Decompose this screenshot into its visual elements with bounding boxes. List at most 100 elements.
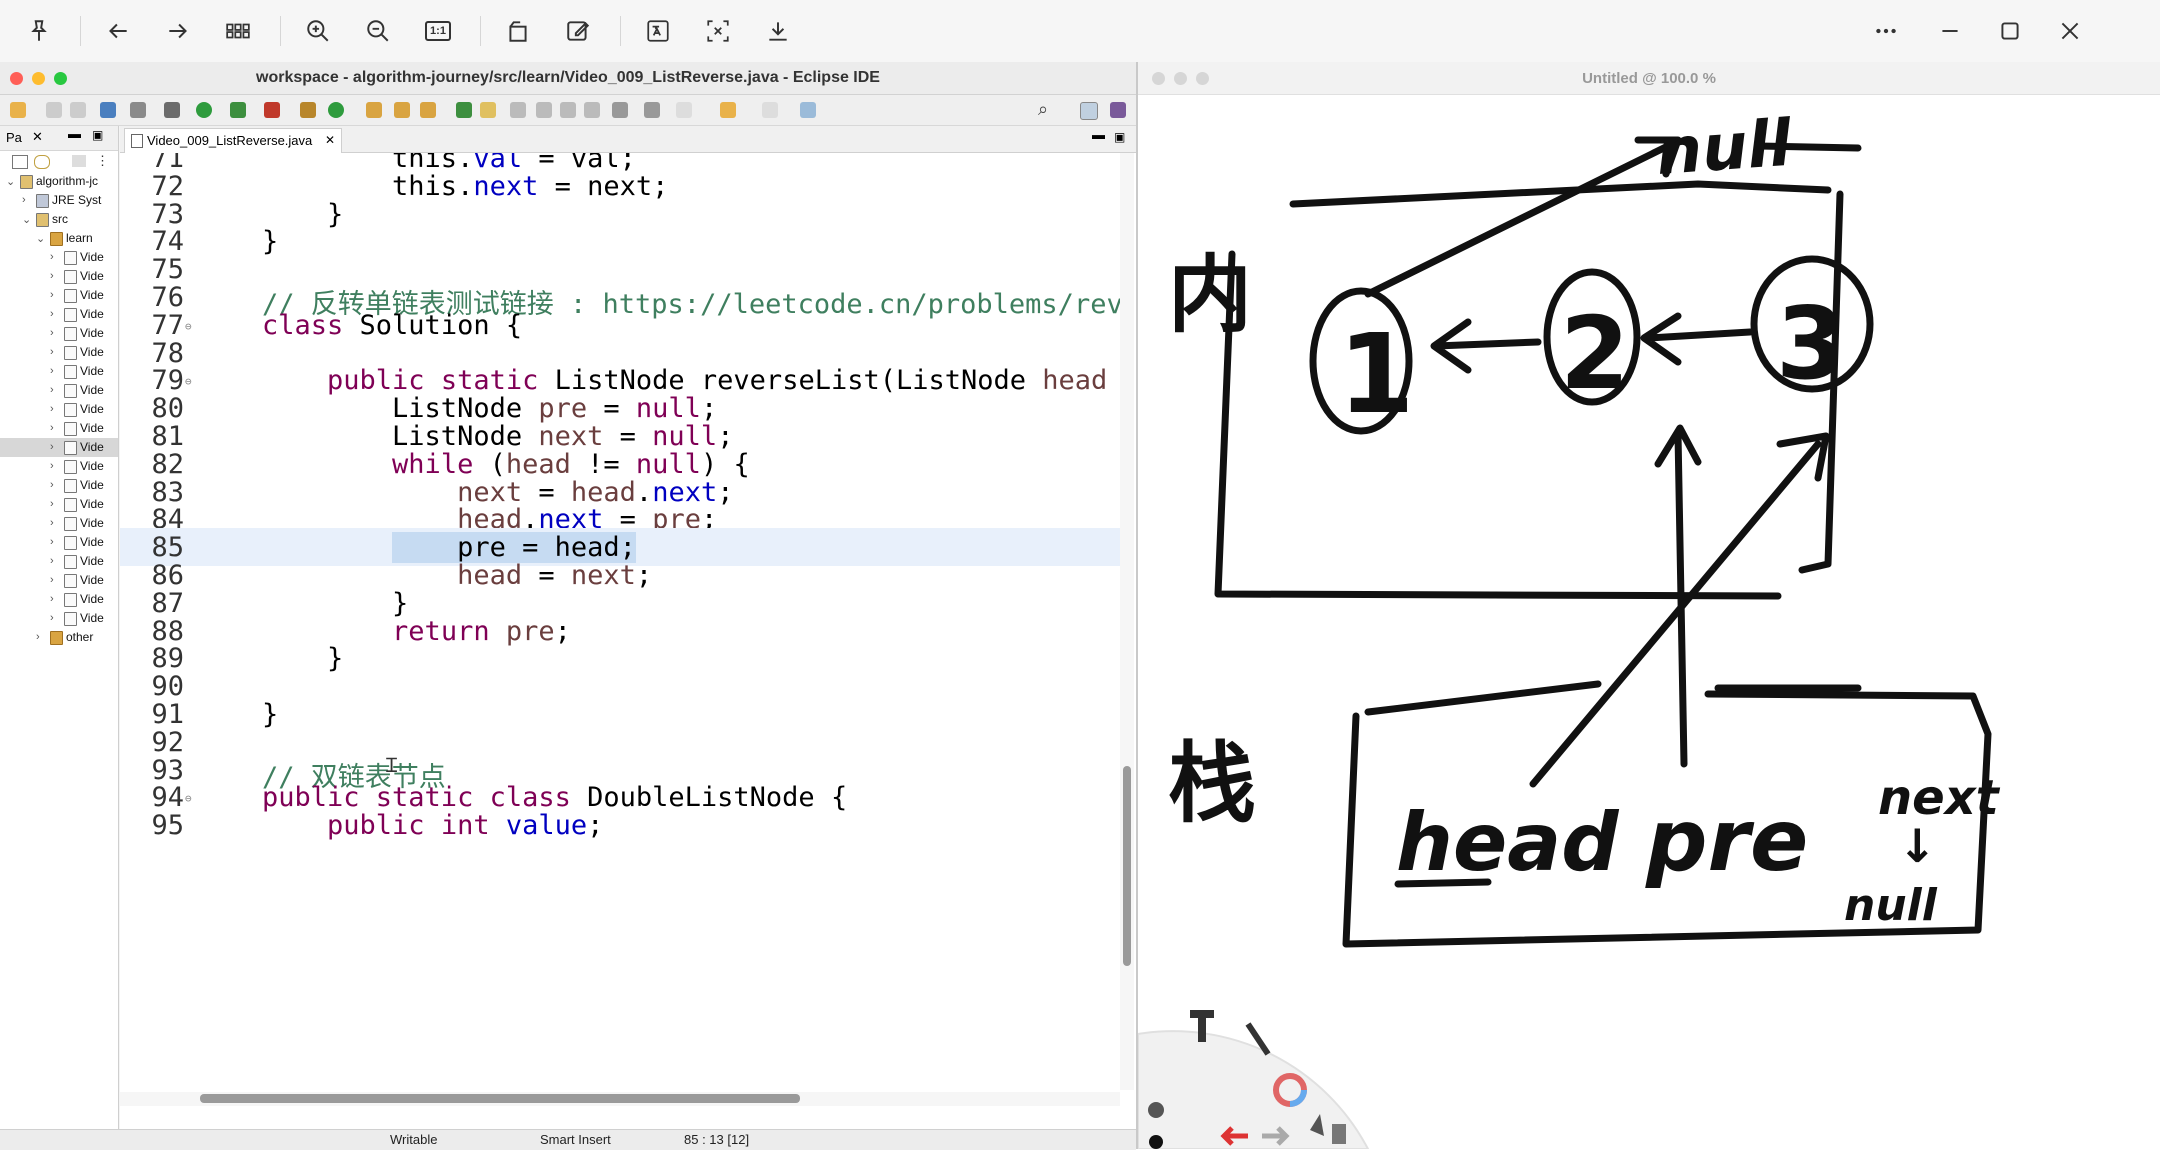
tree-item[interactable]: › Vide bbox=[0, 381, 118, 400]
rotate-icon[interactable] bbox=[498, 11, 538, 51]
tree-item[interactable]: ⌄ src bbox=[0, 210, 118, 229]
search-tool-icon[interactable] bbox=[420, 102, 436, 118]
maximize-editor-icon[interactable]: ▣ bbox=[1114, 130, 1125, 144]
forward-arrow-icon[interactable] bbox=[158, 11, 198, 51]
chevron-right-icon[interactable]: › bbox=[50, 498, 54, 510]
tree-item[interactable]: › Vide bbox=[0, 438, 118, 457]
tree-item[interactable]: › Vide bbox=[0, 514, 118, 533]
tree-item[interactable]: › Vide bbox=[0, 286, 118, 305]
chevron-right-icon[interactable]: › bbox=[50, 251, 54, 263]
edit-icon[interactable] bbox=[558, 11, 598, 51]
chevron-right-icon[interactable]: › bbox=[50, 403, 54, 415]
fold-toggle-icon[interactable]: ⊖ bbox=[185, 320, 192, 333]
code-line[interactable]: 95 public int value; bbox=[120, 806, 1120, 844]
back-nav-icon[interactable] bbox=[676, 102, 692, 118]
chevron-right-icon[interactable]: › bbox=[50, 441, 54, 453]
code-area[interactable]: 71 this.val = val; 72 this.next = next; 73… bbox=[120, 153, 1120, 1090]
tree-item[interactable]: › JRE Syst bbox=[0, 191, 118, 210]
chevron-right-icon[interactable]: › bbox=[50, 536, 54, 548]
collapse-all-icon[interactable] bbox=[12, 155, 28, 169]
highlight-icon[interactable] bbox=[480, 102, 496, 118]
chevron-down-icon[interactable]: ⌄ bbox=[22, 213, 31, 226]
minimize-editor-icon[interactable]: ▬ bbox=[1092, 127, 1105, 142]
close-tab-icon[interactable]: ✕ bbox=[325, 133, 335, 147]
open-perspective-icon[interactable] bbox=[1080, 102, 1098, 120]
tree-item[interactable]: › Vide bbox=[0, 571, 118, 590]
fold-toggle-icon[interactable]: ⊖ bbox=[185, 792, 192, 805]
new-file-icon[interactable] bbox=[10, 102, 26, 118]
chevron-down-icon[interactable]: ⌄ bbox=[36, 232, 45, 245]
translate-icon[interactable] bbox=[638, 11, 678, 51]
minimize-icon[interactable] bbox=[1930, 11, 1970, 51]
tree-item[interactable]: › Vide bbox=[0, 305, 118, 324]
tree-item[interactable]: › Vide bbox=[0, 343, 118, 362]
save-icon[interactable] bbox=[46, 102, 62, 118]
more-icon[interactable] bbox=[1866, 11, 1906, 51]
toggle-mark-occurrences-icon[interactable] bbox=[456, 102, 472, 118]
tree-item[interactable]: › other bbox=[0, 628, 118, 647]
more-options-icon[interactable]: ⋮ bbox=[96, 153, 109, 169]
chevron-right-icon[interactable]: › bbox=[50, 612, 54, 624]
actual-size-icon[interactable]: 1:1 bbox=[418, 11, 458, 51]
show-whitespace-icon[interactable] bbox=[536, 102, 552, 118]
tree-item[interactable]: › Vide bbox=[0, 590, 118, 609]
block-selection-icon[interactable] bbox=[510, 102, 526, 118]
zoom-out-icon[interactable] bbox=[358, 11, 398, 51]
chevron-right-icon[interactable]: › bbox=[50, 517, 54, 529]
close-icon[interactable] bbox=[2050, 11, 2090, 51]
chevron-right-icon[interactable]: › bbox=[50, 593, 54, 605]
tree-item[interactable]: › Vide bbox=[0, 324, 118, 343]
view-menu-icon[interactable] bbox=[72, 155, 86, 167]
paragraph-icon[interactable] bbox=[584, 102, 600, 118]
crop-icon[interactable] bbox=[698, 11, 738, 51]
tree-item[interactable]: › Vide bbox=[0, 552, 118, 571]
tree-item[interactable]: › Vide bbox=[0, 362, 118, 381]
maximize-icon[interactable] bbox=[1990, 11, 2030, 51]
whiteboard-canvas[interactable]: null 内 1 2 3 栈 head pre next ↓ null bbox=[1138, 94, 2160, 1149]
vertical-scrollbar-thumb[interactable] bbox=[1123, 766, 1131, 966]
next-annotation-icon[interactable] bbox=[560, 102, 576, 118]
chevron-right-icon[interactable]: › bbox=[50, 384, 54, 396]
zoom-in-icon[interactable] bbox=[298, 11, 338, 51]
chevron-right-icon[interactable]: › bbox=[22, 194, 26, 206]
new-package-icon[interactable] bbox=[300, 102, 316, 118]
skip-breakpoints-icon[interactable] bbox=[130, 102, 146, 118]
coverage-icon[interactable] bbox=[230, 102, 246, 118]
chevron-right-icon[interactable]: › bbox=[50, 460, 54, 472]
tree-item[interactable]: ⌄ algorithm-jc bbox=[0, 172, 118, 191]
back-arrow-icon[interactable] bbox=[98, 11, 138, 51]
next-edit-icon[interactable] bbox=[612, 102, 628, 118]
editor-tab-active[interactable]: Video_009_ListReverse.java ✕ bbox=[124, 128, 342, 153]
new-class-icon[interactable] bbox=[328, 102, 344, 118]
chevron-right-icon[interactable]: › bbox=[50, 574, 54, 586]
tree-item[interactable]: › Vide bbox=[0, 400, 118, 419]
tree-item[interactable]: › Vide bbox=[0, 248, 118, 267]
package-explorer-tab[interactable]: Pa ✕ ▬ ▣ bbox=[0, 126, 118, 151]
horizontal-scrollbar-thumb[interactable] bbox=[200, 1094, 800, 1103]
tree-item[interactable]: › Vide bbox=[0, 609, 118, 628]
chevron-right-icon[interactable]: › bbox=[50, 289, 54, 301]
link-with-editor-icon[interactable] bbox=[34, 155, 50, 169]
open-task-icon[interactable] bbox=[394, 102, 410, 118]
search-icon[interactable]: ⌕ bbox=[1038, 99, 1048, 120]
tree-item[interactable]: › Vide bbox=[0, 457, 118, 476]
chevron-right-icon[interactable]: › bbox=[50, 308, 54, 320]
grid-view-icon[interactable] bbox=[218, 11, 258, 51]
tree-item[interactable]: › Vide bbox=[0, 267, 118, 286]
chevron-right-icon[interactable]: › bbox=[50, 422, 54, 434]
minimize-view-icon[interactable]: ▬ bbox=[68, 126, 81, 141]
pin-editor-icon[interactable] bbox=[800, 102, 816, 118]
tree-item[interactable]: › Vide bbox=[0, 419, 118, 438]
chevron-down-icon[interactable]: ⌄ bbox=[6, 175, 15, 188]
color-dot-icon[interactable] bbox=[1149, 1135, 1163, 1149]
external-tools-icon[interactable] bbox=[264, 102, 280, 118]
run-icon[interactable] bbox=[196, 102, 212, 118]
chevron-right-icon[interactable]: › bbox=[50, 327, 54, 339]
chevron-right-icon[interactable]: › bbox=[50, 346, 54, 358]
download-icon[interactable] bbox=[758, 11, 798, 51]
trash-icon[interactable] bbox=[1332, 1124, 1346, 1144]
back-history-icon[interactable] bbox=[720, 102, 736, 118]
chevron-right-icon[interactable]: › bbox=[50, 270, 54, 282]
chevron-right-icon[interactable]: › bbox=[50, 555, 54, 567]
tree-item[interactable]: › Vide bbox=[0, 495, 118, 514]
